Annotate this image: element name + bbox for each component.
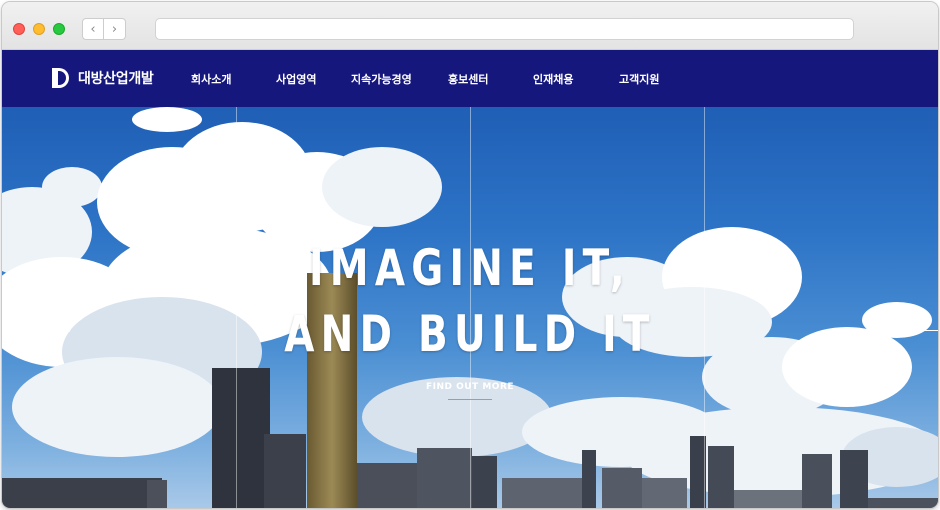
logo[interactable]: 대방산업개발 <box>52 67 154 89</box>
minimize-window-button[interactable] <box>33 23 45 35</box>
browser-toolbar: ‹ › <box>2 2 938 50</box>
zoom-window-button[interactable] <box>53 23 65 35</box>
nav-item-recruit[interactable]: 인재채용 <box>533 71 573 87</box>
find-out-more-link[interactable]: FIND OUT MORE <box>420 382 520 392</box>
site-header: 대방산업개발 회사소개 사업영역 지속가능경영 홍보센터 인재채용 고객지원 <box>2 50 938 107</box>
chevron-right-icon[interactable]: › <box>104 18 126 40</box>
prev-slide-button[interactable]: PREV <box>2 323 73 337</box>
hero-title-line-2: AND BUILD IT <box>284 305 656 363</box>
chevron-left-icon[interactable]: ‹ <box>82 18 104 40</box>
nav-item-sustainability[interactable]: 지속가능경영 <box>351 71 412 87</box>
prev-label: PREV <box>44 325 73 335</box>
prev-arrow-line <box>2 329 40 331</box>
hero-title-line-1: IMAGINE IT, <box>309 239 631 297</box>
nav-item-company[interactable]: 회사소개 <box>191 71 231 87</box>
address-bar[interactable] <box>155 18 854 40</box>
close-window-button[interactable] <box>13 23 25 35</box>
next-arrow-line <box>902 329 938 331</box>
nav-item-business[interactable]: 사업영역 <box>276 71 316 87</box>
logo-text: 대방산업개발 <box>78 71 154 87</box>
next-label: NEXT <box>869 325 898 335</box>
browser-window: ‹ › 대방산업개발 회사소개 사업영역 지속가능경영 홍보센터 인재채용 고객… <box>2 2 938 508</box>
nav-item-support[interactable]: 고객지원 <box>619 71 659 87</box>
logo-mark <box>52 68 73 88</box>
cta-underline <box>448 399 492 400</box>
next-slide-button[interactable]: NEXT <box>869 323 938 337</box>
hero-slider: IMAGINE IT, AND BUILD IT FIND OUT MORE P… <box>2 107 938 508</box>
nav-item-pr-center[interactable]: 홍보센터 <box>448 71 488 87</box>
